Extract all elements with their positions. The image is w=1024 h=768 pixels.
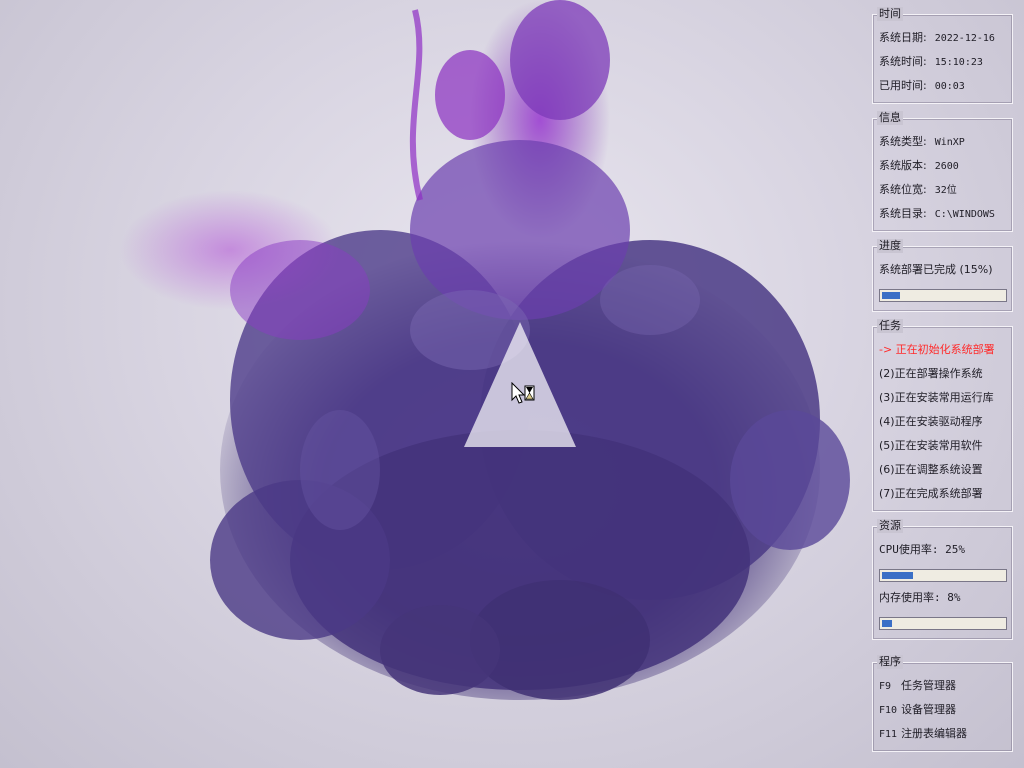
system-dir-value: C:\WINDOWS xyxy=(934,209,995,220)
program-task-manager[interactable]: F9 任务管理器 xyxy=(879,679,956,694)
resources-panel-title: 资源 xyxy=(877,519,903,533)
memory-usage-label: 内存使用率: 8% xyxy=(879,591,961,604)
info-panel-title: 信息 xyxy=(877,111,903,125)
program-task-manager-key: F9 xyxy=(879,681,892,692)
system-time-row: 系统时间: 15:10:23 xyxy=(879,55,983,70)
memory-usage-fill xyxy=(882,620,892,627)
cpu-usage-label: CPU使用率: 25% xyxy=(879,543,965,556)
elapsed-time-row: 已用时间: 00:03 xyxy=(879,79,965,94)
program-device-manager-label: 设备管理器 xyxy=(901,703,957,716)
task-item-2: (2)正在部署操作系统 xyxy=(879,367,983,380)
program-registry-editor[interactable]: F11 注册表编辑器 xyxy=(879,727,967,742)
programs-panel: 程序 F9 任务管理器 F10 设备管理器 F11 注册表编辑器 xyxy=(872,655,1013,752)
program-registry-editor-label: 注册表编辑器 xyxy=(901,727,968,740)
system-bits-row: 系统位宽: 32位 xyxy=(879,183,957,198)
task-item-1: -> 正在初始化系统部署 xyxy=(879,343,995,356)
system-bits-label: 系统位宽: xyxy=(879,183,927,196)
busy-cursor-icon xyxy=(511,382,535,404)
system-version-label: 系统版本: xyxy=(879,159,927,172)
task-item-3: (3)正在安装常用运行库 xyxy=(879,391,994,404)
deploy-progress-fill xyxy=(882,292,900,299)
programs-panel-title: 程序 xyxy=(877,655,903,669)
elapsed-time-label: 已用时间: xyxy=(879,79,927,92)
resources-panel: 资源 CPU使用率: 25% 内存使用率: 8% xyxy=(872,519,1013,640)
system-date-label: 系统日期: xyxy=(879,31,927,44)
program-registry-editor-key: F11 xyxy=(879,729,898,740)
system-time-value: 15:10:23 xyxy=(934,57,983,68)
info-panel: 信息 系统类型: WinXP 系统版本: 2600 系统位宽: 32位 系统目录: C:… xyxy=(872,111,1013,232)
program-device-manager[interactable]: F10 设备管理器 xyxy=(879,703,956,718)
tasks-panel: 任务 -> 正在初始化系统部署 (2)正在部署操作系统 (3)正在安装常用运行库… xyxy=(872,319,1013,512)
task-item-5: (5)正在安装常用软件 xyxy=(879,439,983,452)
system-version-value: 2600 xyxy=(934,161,959,172)
task-item-7: (7)正在完成系统部署 xyxy=(879,487,983,500)
cpu-usage-bar xyxy=(879,569,1007,582)
system-version-row: 系统版本: 2600 xyxy=(879,159,959,174)
system-dir-row: 系统目录: C:\WINDOWS xyxy=(879,207,995,222)
time-panel-title: 时间 xyxy=(877,7,903,21)
task-item-6: (6)正在调整系统设置 xyxy=(879,463,983,476)
program-task-manager-label: 任务管理器 xyxy=(901,679,957,692)
system-date-row: 系统日期: 2022-12-16 xyxy=(879,31,995,46)
progress-status-text: 系统部署已完成 (15%) xyxy=(879,263,993,276)
task-item-4: (4)正在安装驱动程序 xyxy=(879,415,983,428)
system-dir-label: 系统目录: xyxy=(879,207,927,220)
deploy-progress-bar xyxy=(879,289,1007,302)
system-date-value: 2022-12-16 xyxy=(934,33,995,44)
progress-panel-title: 进度 xyxy=(877,239,903,253)
progress-status: 系统部署已完成 (15%) xyxy=(879,263,993,277)
cpu-usage-fill xyxy=(882,572,913,579)
system-bits-value: 32位 xyxy=(934,185,957,196)
system-type-row: 系统类型: WinXP xyxy=(879,135,965,150)
time-panel: 时间 系统日期: 2022-12-16 系统时间: 15:10:23 已用时间: 00… xyxy=(872,7,1013,104)
system-time-label: 系统时间: xyxy=(879,55,927,68)
progress-panel: 进度 系统部署已完成 (15%) xyxy=(872,239,1013,312)
system-type-value: WinXP xyxy=(934,137,965,148)
tasks-panel-title: 任务 xyxy=(877,319,903,333)
elapsed-time-value: 00:03 xyxy=(934,81,965,92)
system-type-label: 系统类型: xyxy=(879,135,927,148)
program-device-manager-key: F10 xyxy=(879,705,898,716)
memory-usage-bar xyxy=(879,617,1007,630)
